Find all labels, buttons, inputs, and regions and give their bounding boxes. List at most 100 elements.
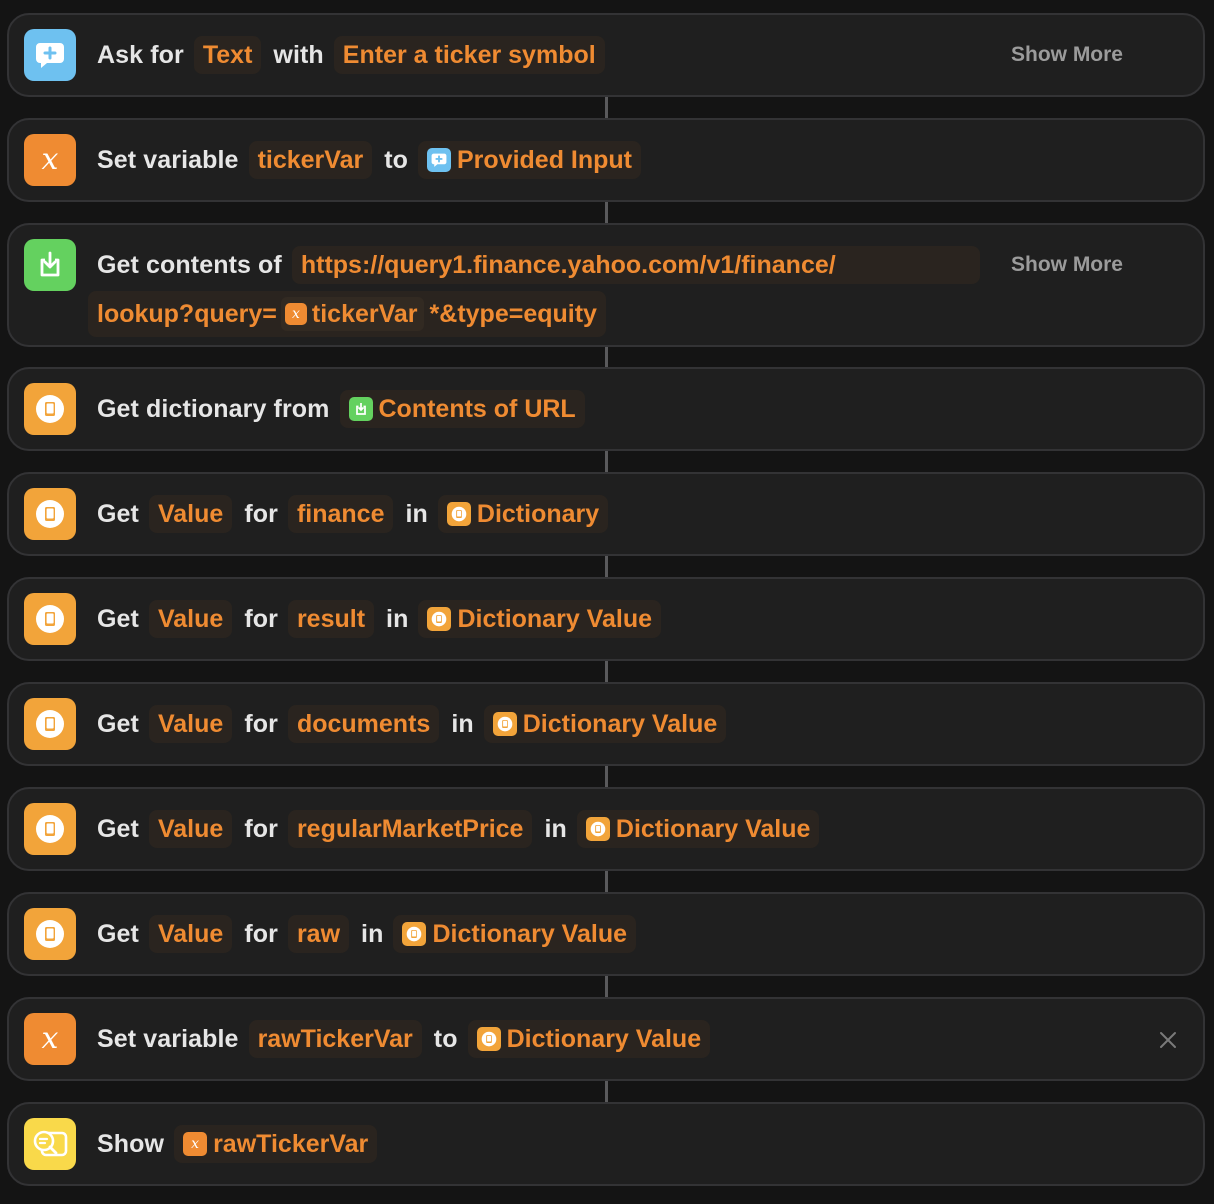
action-get-dictionary[interactable]: Get dictionary from Contents of URL — [7, 367, 1205, 451]
shortcut-editor: Ask for Text with Enter a ticker symbol … — [0, 0, 1214, 1204]
connector-line — [605, 1080, 608, 1102]
download-tray-icon — [24, 239, 76, 291]
variable-x-icon: x — [284, 303, 307, 325]
action-label: in — [451, 709, 474, 738]
action-set-variable[interactable]: x Set variable rawTickerVar to Dictionar… — [7, 997, 1205, 1081]
book-icon — [585, 817, 610, 841]
provided-input-token[interactable]: Provided Input — [418, 141, 641, 179]
key-token[interactable]: raw — [287, 915, 350, 953]
show-more-button[interactable]: Show More — [1011, 43, 1123, 67]
dictionary-value-token[interactable]: Dictionary Value — [576, 810, 820, 848]
book-icon — [446, 502, 471, 526]
action-get-dictionary-value[interactable]: Get Value for result in Dictionary Value — [7, 577, 1205, 661]
action-label: Get — [97, 604, 139, 633]
variable-name-token[interactable]: rawTickerVar — [248, 1020, 422, 1058]
dictionary-value-token[interactable]: Dictionary Value — [393, 915, 636, 953]
get-type-token[interactable]: Value — [148, 915, 233, 953]
connector-line — [605, 201, 608, 223]
book-icon — [427, 607, 452, 631]
token-label: Provided Input — [457, 145, 632, 174]
action-label: Show — [97, 1129, 165, 1158]
dictionary-value-token[interactable]: Dictionary Value — [418, 600, 661, 638]
url-token[interactable]: https://query1.finance.yahoo.com/v1/fina… — [291, 246, 980, 284]
action-label: Set variable — [97, 1024, 239, 1053]
token-label: Dictionary — [476, 499, 600, 528]
variable-name-token[interactable]: tickerVar — [248, 141, 373, 179]
action-label: in — [361, 919, 384, 948]
quick-look-icon — [24, 1118, 76, 1170]
book-icon — [24, 803, 76, 855]
action-label: in — [405, 499, 428, 528]
download-tray-icon — [348, 397, 373, 421]
connector-line — [605, 870, 608, 892]
token-label: Dictionary Value — [615, 814, 811, 843]
book-icon — [24, 383, 76, 435]
action-show-result[interactable]: Show x rawTickerVar — [7, 1102, 1205, 1186]
action-label: with — [273, 40, 324, 69]
token-label: Dictionary Value — [506, 1024, 702, 1053]
book-icon — [492, 712, 517, 736]
action-label: Get — [97, 709, 139, 738]
variable-glyph: x — [41, 1021, 59, 1056]
key-token[interactable]: documents — [287, 705, 440, 743]
connector-line — [605, 555, 608, 577]
variable-x-icon: x — [183, 1132, 208, 1156]
variable-glyph: x — [291, 306, 300, 322]
raw-ticker-variable-token[interactable]: x rawTickerVar — [174, 1125, 378, 1163]
action-label: for — [244, 709, 278, 738]
variable-x-icon: x — [24, 1013, 76, 1065]
variable-glyph: x — [191, 1136, 200, 1152]
get-type-token[interactable]: Value — [148, 495, 233, 533]
action-label: for — [244, 919, 278, 948]
book-icon — [24, 908, 76, 960]
show-more-button[interactable]: Show More — [1011, 253, 1123, 277]
url-continuation[interactable]: lookup?query= x tickerVar *&type=equity — [88, 291, 606, 337]
book-icon — [24, 488, 76, 540]
input-type-token[interactable]: Text — [193, 36, 262, 74]
action-get-dictionary-value[interactable]: Get Value for finance in Dictionary — [7, 472, 1205, 556]
dictionary-value-token[interactable]: Dictionary Value — [467, 1020, 711, 1058]
ticker-variable-token[interactable]: x tickerVar — [280, 297, 424, 331]
action-get-contents-of-url[interactable]: Get contents of https://query1.finance.y… — [7, 223, 1205, 347]
action-label: for — [244, 604, 278, 633]
connector-line — [605, 660, 608, 682]
connector-line — [605, 450, 608, 472]
action-ask-for-input[interactable]: Ask for Text with Enter a ticker symbol … — [7, 13, 1205, 97]
chat-bubble-plus-icon — [24, 29, 76, 81]
dictionary-value-token[interactable]: Dictionary Value — [483, 705, 727, 743]
action-get-dictionary-value[interactable]: Get Value for raw in Dictionary Value — [7, 892, 1205, 976]
get-type-token[interactable]: Value — [148, 600, 233, 638]
key-token[interactable]: regularMarketPrice — [287, 810, 533, 848]
get-type-token[interactable]: Value — [148, 705, 233, 743]
variable-x-icon: x — [24, 134, 76, 186]
key-token[interactable]: result — [287, 600, 375, 638]
book-icon — [24, 593, 76, 645]
action-label: Set variable — [97, 145, 239, 174]
url-text: lookup?query= — [97, 299, 277, 328]
action-get-dictionary-value[interactable]: Get Value for regularMarketPrice in Dict… — [7, 787, 1205, 871]
book-icon — [402, 922, 427, 946]
book-icon — [24, 698, 76, 750]
action-set-variable[interactable]: x Set variable tickerVar to Provided Inp… — [7, 118, 1205, 202]
token-label: rawTickerVar — [213, 1129, 369, 1158]
connector-line — [605, 96, 608, 118]
token-label: tickerVar — [311, 299, 418, 328]
action-label: for — [244, 499, 278, 528]
action-label: to — [384, 145, 408, 174]
contents-of-url-token[interactable]: Contents of URL — [339, 390, 585, 428]
connector-line — [605, 765, 608, 787]
token-label: Dictionary Value — [457, 604, 652, 633]
action-label: Get — [97, 919, 139, 948]
action-get-dictionary-value[interactable]: Get Value for documents in Dictionary Va… — [7, 682, 1205, 766]
url-text: *&type=equity — [429, 299, 597, 328]
connector-line — [605, 975, 608, 997]
close-icon[interactable] — [1157, 1029, 1179, 1051]
prompt-token[interactable]: Enter a ticker symbol — [333, 36, 605, 74]
action-label: in — [544, 814, 567, 843]
action-label: for — [244, 814, 278, 843]
get-type-token[interactable]: Value — [148, 810, 233, 848]
action-label: in — [386, 604, 409, 633]
dictionary-token[interactable]: Dictionary — [437, 495, 609, 533]
key-token[interactable]: finance — [287, 495, 394, 533]
book-icon — [476, 1027, 501, 1051]
